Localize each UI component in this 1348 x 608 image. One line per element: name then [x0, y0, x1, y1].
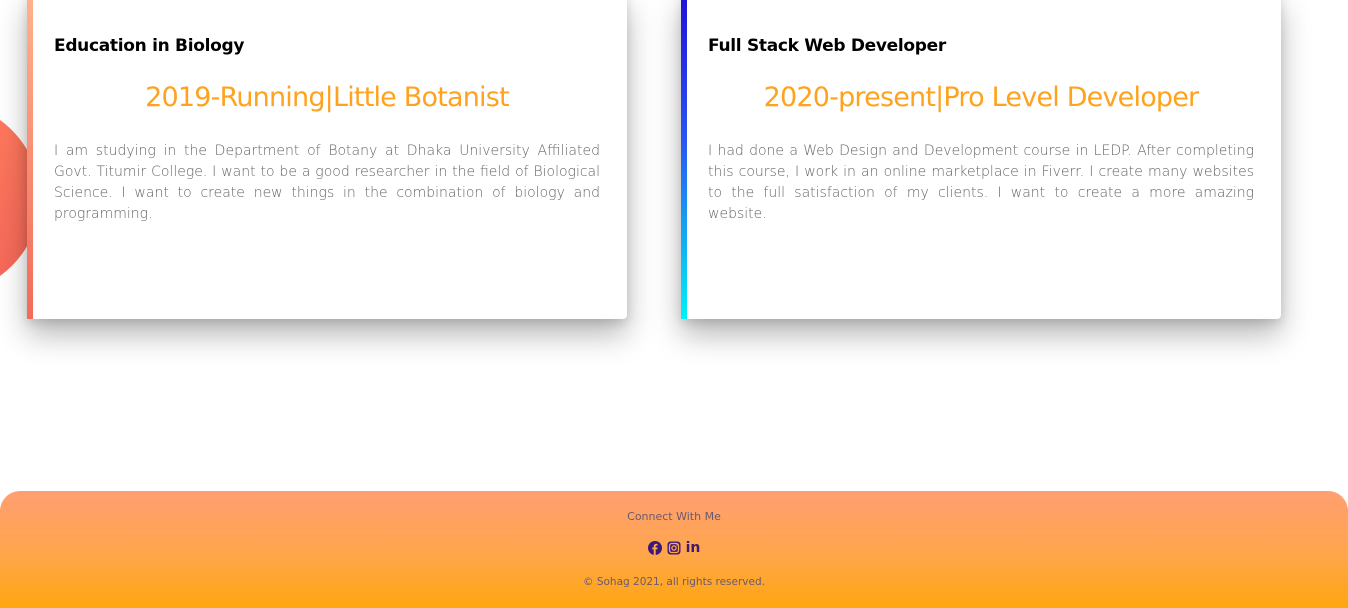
- experience-card-biology: Education in Biology 2019-Running|Little…: [27, 0, 627, 319]
- card-accent-bar: [27, 0, 33, 319]
- card-subtitle: 2019-Running|Little Botanist: [145, 82, 509, 113]
- footer-copyright: © Sohag 2021, all rights reserved.: [583, 576, 765, 588]
- linkedin-icon: in: [685, 540, 701, 556]
- facebook-icon: [648, 541, 662, 555]
- footer-connect-label: Connect With Me: [627, 510, 721, 523]
- footer: Connect With Me in © Sohag 2021, all rig…: [0, 491, 1348, 608]
- card-subtitle: 2020-present|Pro Level Developer: [763, 82, 1200, 113]
- facebook-link[interactable]: [648, 541, 662, 555]
- card-heading: Full Stack Web Developer: [708, 36, 946, 56]
- experience-card-web-developer: Full Stack Web Developer 2020-present|Pr…: [681, 0, 1281, 319]
- instagram-icon: [667, 541, 681, 555]
- card-heading: Education in Biology: [54, 36, 245, 56]
- page: Education in Biology 2019-Running|Little…: [0, 0, 1348, 608]
- card-accent-bar: [681, 0, 687, 319]
- linkedin-link[interactable]: in: [685, 540, 701, 556]
- card-description: I had done a Web Design and Development …: [708, 143, 1254, 222]
- social-links: in: [0, 540, 1348, 556]
- card-description: I am studying in the Department of Botan…: [54, 143, 600, 222]
- instagram-link[interactable]: [667, 541, 681, 555]
